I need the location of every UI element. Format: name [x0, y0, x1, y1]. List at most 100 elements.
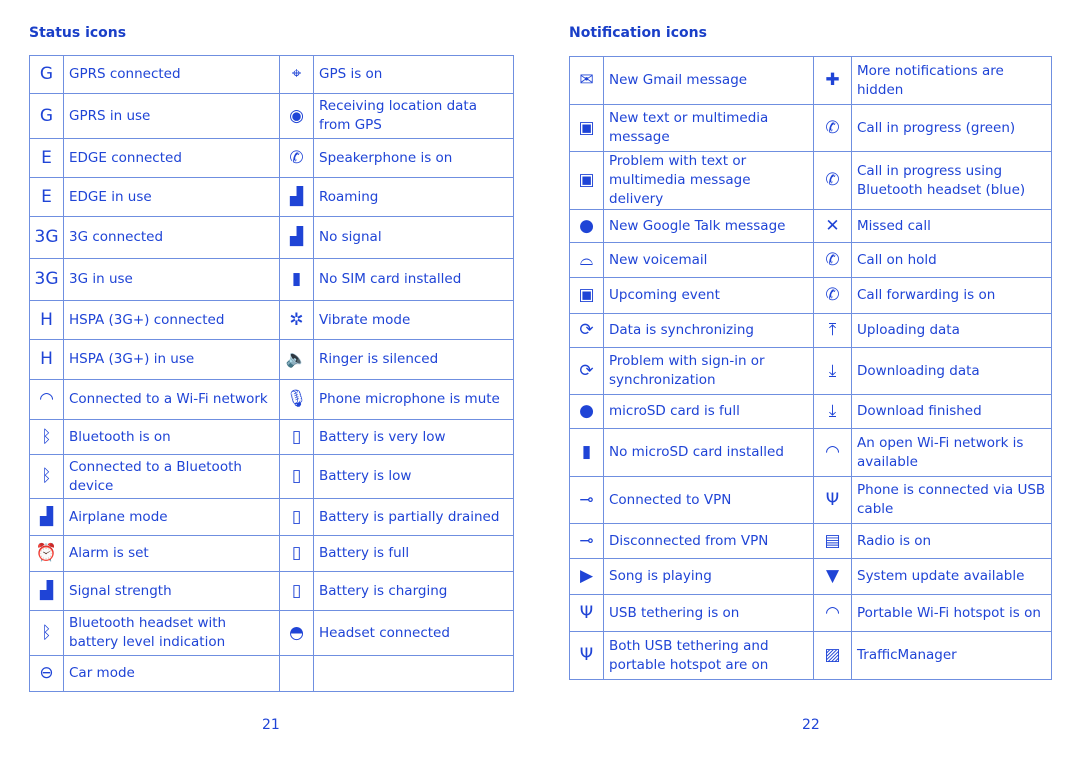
- table-row: E EDGE connected ✆ Speakerphone is on: [29, 138, 514, 178]
- alarm-icon: ⏰: [29, 535, 64, 572]
- table-row: Ψ USB tethering is on ◠ Portable Wi-Fi hots…: [569, 594, 1052, 632]
- battery-full-icon: ▯: [279, 535, 314, 572]
- calendar-icon: ▣: [569, 277, 604, 314]
- sync-icon: ⟳: [569, 313, 604, 348]
- icon-description: System update available: [851, 558, 1052, 595]
- icon-description: Bluetooth is on: [63, 419, 280, 455]
- icon-description: TrafficManager: [851, 631, 1052, 680]
- icon-description: Battery is partially drained: [313, 498, 514, 536]
- table-row: ᛒ Bluetooth headset with battery level in…: [29, 610, 514, 656]
- vpn-connected-icon: ⊸: [569, 476, 604, 524]
- icon-description: Battery is full: [313, 535, 514, 572]
- call-forward-icon: ✆: [813, 277, 852, 314]
- icon-description: GPRS in use: [63, 93, 280, 139]
- icon-description: GPS is on: [313, 55, 514, 94]
- ringer-silenced-icon: 🔈: [279, 339, 314, 380]
- icon-description: Problem with sign-in or synchronization: [603, 347, 814, 395]
- icon-description: Call in progress using Bluetooth headset…: [851, 151, 1052, 210]
- icon-description: No SIM card installed: [313, 258, 514, 301]
- table-row: ▶ Song is playing ▼ System update available: [569, 558, 1052, 595]
- notification-icons-heading: Notification icons: [569, 25, 707, 41]
- usb-icon: Ψ: [813, 476, 852, 524]
- icon-description: Connected to VPN: [603, 476, 814, 524]
- icon-description: New voicemail: [603, 242, 814, 278]
- icon-description: Phone microphone is mute: [313, 379, 514, 420]
- icon-description: EDGE connected: [63, 138, 280, 178]
- table-row: ▣ Problem with text or multimedia message…: [569, 151, 1052, 210]
- more-notifications-icon: ✚: [813, 56, 852, 105]
- icon-description: Vibrate mode: [313, 300, 514, 340]
- icon-description: Disconnected from VPN: [603, 523, 814, 559]
- gprs-in-use-icon: G: [29, 93, 64, 139]
- battery-very-low-icon: ▯: [279, 419, 314, 455]
- icon-description: Roaming: [313, 177, 514, 217]
- icon-description: No microSD card installed: [603, 428, 814, 477]
- icon-description: 3G connected: [63, 216, 280, 259]
- call-green-icon: ✆: [813, 104, 852, 152]
- sms-icon: ▣: [569, 104, 604, 152]
- gprs-connected-icon: G: [29, 55, 64, 94]
- table-row: E EDGE in use ▟ Roaming: [29, 177, 514, 217]
- icon-description: Downloading data: [851, 347, 1052, 395]
- open-wifi-icon: ◠: [813, 428, 852, 477]
- table-row: ⏰ Alarm is set ▯ Battery is full: [29, 535, 514, 572]
- icon-description: Call forwarding is on: [851, 277, 1052, 314]
- icon-description: Receiving location data from GPS: [313, 93, 514, 139]
- table-row: 3G 3G in use ▮ No SIM card installed: [29, 258, 514, 301]
- usb-hotspot-icon: Ψ: [569, 631, 604, 680]
- table-row: ▣ New text or multimedia message ✆ Call in …: [569, 104, 1052, 152]
- table-row: Ψ Both USB tethering and portable hotspot…: [569, 631, 1052, 680]
- sync-problem-icon: ⟳: [569, 347, 604, 395]
- icon-description: Call on hold: [851, 242, 1052, 278]
- icon-description: HSPA (3G+) in use: [63, 339, 280, 380]
- table-row: ● New Google Talk message ✕ Missed call: [569, 209, 1052, 243]
- table-row: ⟳ Problem with sign-in or synchronization…: [569, 347, 1052, 395]
- table-row: 3G 3G connected ▟ No signal: [29, 216, 514, 259]
- speakerphone-icon: ✆: [279, 138, 314, 178]
- battery-low-icon: ▯: [279, 454, 314, 499]
- icon-description: Song is playing: [603, 558, 814, 595]
- radio-icon: ▤: [813, 523, 852, 559]
- status-icons-table: G GPRS connected ⌖ GPS is on G GPRS in use ◉ Re…: [29, 55, 514, 692]
- icon-description: 3G in use: [63, 258, 280, 301]
- system-update-icon: ▼: [813, 558, 852, 595]
- icon-description: Car mode: [63, 655, 280, 692]
- bt-headset-battery-icon: ᛒ: [29, 610, 64, 656]
- talk-icon: ●: [569, 209, 604, 243]
- table-row: ⊖ Car mode: [29, 655, 514, 692]
- sms-problem-icon: ▣: [569, 151, 604, 210]
- download-icon: ⤓: [813, 347, 852, 395]
- table-row: ▟ Airplane mode ▯ Battery is partially drai…: [29, 498, 514, 536]
- airplane-mode-icon: ▟: [29, 498, 64, 536]
- sd-full-icon: ●: [569, 394, 604, 429]
- icon-description: Phone is connected via USB cable: [851, 476, 1052, 524]
- icon-description: Data is synchronizing: [603, 313, 814, 348]
- icon-description: New Gmail message: [603, 56, 814, 105]
- call-hold-icon: ✆: [813, 242, 852, 278]
- hspa-connected-icon: H: [29, 300, 64, 340]
- edge-in-use-icon: E: [29, 177, 64, 217]
- icon-description: Radio is on: [851, 523, 1052, 559]
- no-signal-icon: ▟: [279, 216, 314, 259]
- table-row: ▟ Signal strength ▯ Battery is charging: [29, 571, 514, 611]
- icon-description: Call in progress (green): [851, 104, 1052, 152]
- table-row: ⊸ Connected to VPN Ψ Phone is connected via…: [569, 476, 1052, 524]
- bluetooth-icon: ᛒ: [29, 419, 64, 455]
- edge-connected-icon: E: [29, 138, 64, 178]
- icon-description: Connected to a Wi-Fi network: [63, 379, 280, 420]
- icon-description: GPRS connected: [63, 55, 280, 94]
- icon-description: Upcoming event: [603, 277, 814, 314]
- table-row: G GPRS connected ⌖ GPS is on: [29, 55, 514, 94]
- icon-description: microSD card is full: [603, 394, 814, 429]
- headset-icon: ◓: [279, 610, 314, 656]
- icon-description: Alarm is set: [63, 535, 280, 572]
- icon-description: Missed call: [851, 209, 1052, 243]
- table-row: ▣ Upcoming event ✆ Call forwarding is on: [569, 277, 1052, 314]
- upload-icon: ⤒: [813, 313, 852, 348]
- roaming-icon: ▟: [279, 177, 314, 217]
- table-row: H HSPA (3G+) connected ✲ Vibrate mode: [29, 300, 514, 340]
- battery-partial-icon: ▯: [279, 498, 314, 536]
- icon-description: Battery is low: [313, 454, 514, 499]
- song-playing-icon: ▶: [569, 558, 604, 595]
- no-sd-icon: ▮: [569, 428, 604, 477]
